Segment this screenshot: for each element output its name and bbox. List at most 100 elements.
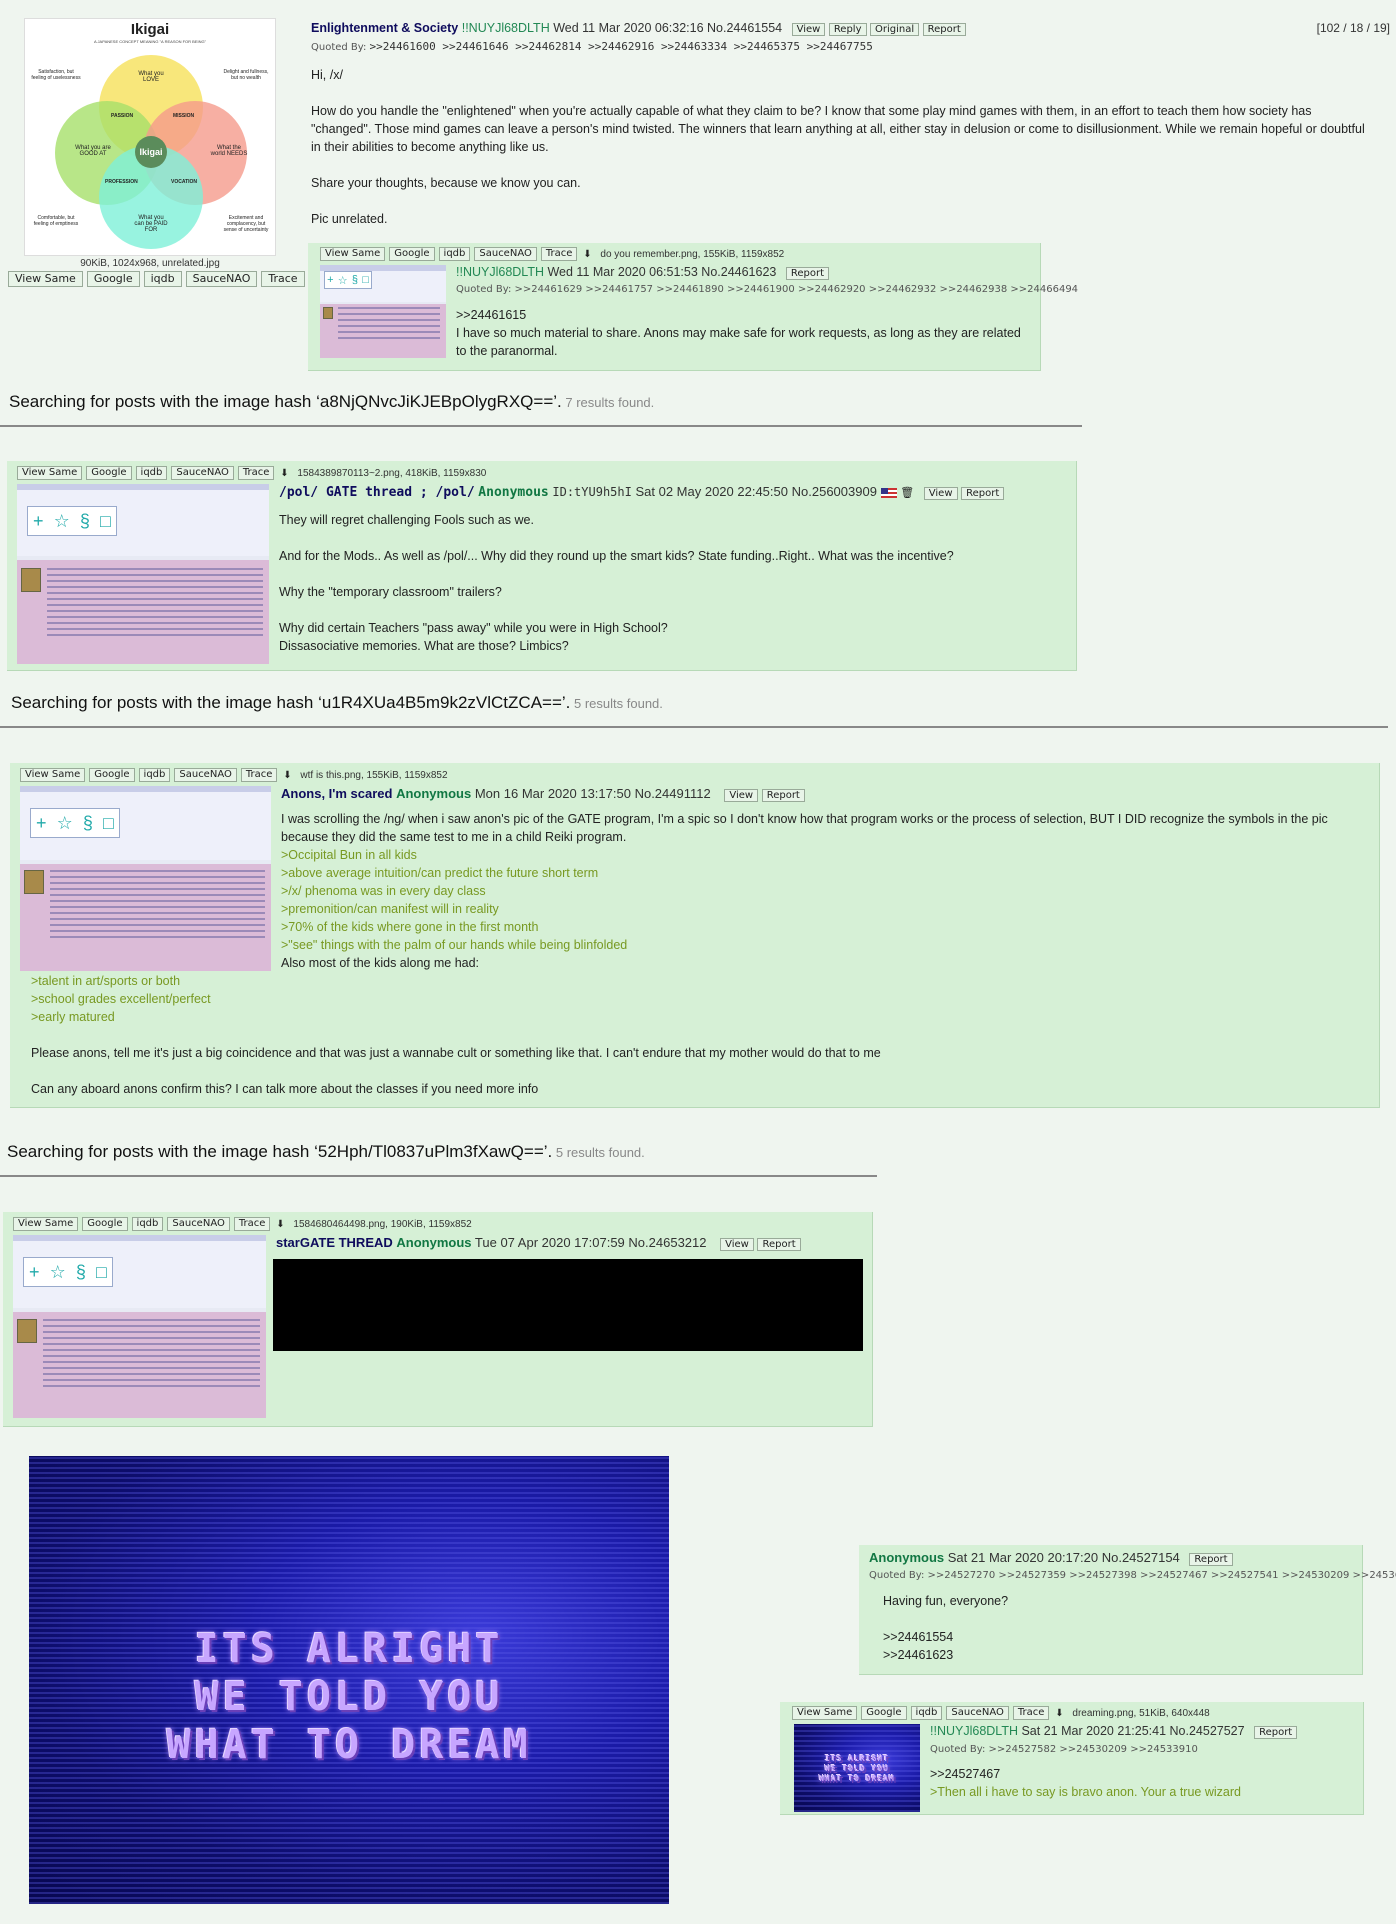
- trace-button[interactable]: Trace: [240, 768, 278, 782]
- quoted-by-links[interactable]: >>24527582 >>24530209 >>24533910: [989, 1744, 1198, 1755]
- thumb-dream-line: ITS ALRIGHT: [825, 1754, 889, 1763]
- op-image[interactable]: Ikigai A JAPANESE CONCEPT MEANING "A REA…: [24, 18, 276, 256]
- post-thumbnail[interactable]: ITS ALRIGHT WE TOLD YOU WHAT TO DREAM: [794, 1724, 920, 1812]
- google-button[interactable]: Google: [89, 768, 135, 782]
- iqdb-button[interactable]: iqdb: [138, 768, 171, 782]
- quoted-by-links[interactable]: >>24461629 >>24461757 >>24461890 >>24461…: [515, 284, 1079, 295]
- hash-search-text: Searching for posts with the image hash …: [11, 693, 571, 712]
- op-message: Hi, /x/ How do you handle the "enlighten…: [311, 66, 1366, 228]
- search-post: View Same Google iqdb SauceNAO Trace ⬇ 1…: [3, 1212, 873, 1427]
- post-subject: starGATE THREAD: [276, 1235, 393, 1250]
- reply-button[interactable]: Reply: [828, 23, 867, 36]
- file-info[interactable]: do you remember.png, 155KiB, 1159x852: [600, 249, 784, 260]
- post-thumbnail[interactable]: + ☆ § □: [13, 1235, 266, 1418]
- view-same-button[interactable]: View Same: [20, 768, 86, 782]
- trace-button[interactable]: Trace: [540, 247, 578, 261]
- saucenao-button[interactable]: SauceNAO: [171, 466, 234, 480]
- download-icon[interactable]: ⬇: [278, 468, 290, 479]
- report-button[interactable]: Report: [757, 1238, 801, 1251]
- original-button[interactable]: Original: [870, 23, 920, 36]
- view-same-button[interactable]: View Same: [320, 247, 386, 261]
- view-button[interactable]: View: [724, 789, 759, 802]
- quoted-by-label: Quoted By:: [930, 1744, 986, 1755]
- view-same-button[interactable]: View Same: [8, 271, 83, 287]
- post-date: Tue 07 Apr 2020 17:07:59: [474, 1235, 625, 1250]
- result-count: 5 results found.: [555, 1145, 645, 1160]
- google-button[interactable]: Google: [86, 466, 132, 480]
- trace-button[interactable]: Trace: [237, 466, 275, 480]
- file-info[interactable]: wtf is this.png, 155KiB, 1159x852: [300, 770, 447, 781]
- file-info[interactable]: 1584680464498.png, 190KiB, 1159x852: [293, 1219, 471, 1230]
- saucenao-button[interactable]: SauceNAO: [185, 271, 258, 287]
- post-header: starGATE THREAD Anonymous Tue 07 Apr 202…: [276, 1235, 801, 1251]
- download-icon[interactable]: ⬇: [281, 770, 293, 781]
- quote-link[interactable]: >>24527467: [930, 1765, 1350, 1783]
- trash-icon[interactable]: 🗑: [900, 487, 914, 499]
- trace-button[interactable]: Trace: [261, 271, 305, 287]
- google-button[interactable]: Google: [861, 1706, 907, 1720]
- post-subject: Anons, I'm scared: [281, 786, 393, 801]
- msg-line: How do you handle the "enlightened" when…: [311, 104, 1365, 154]
- report-button[interactable]: Report: [1254, 1726, 1298, 1739]
- report-button[interactable]: Report: [961, 487, 1005, 500]
- post-number[interactable]: No.24527154: [1102, 1550, 1180, 1565]
- saucenao-button[interactable]: SauceNAO: [174, 768, 237, 782]
- report-button[interactable]: Report: [1189, 1553, 1233, 1566]
- post-date: Sat 02 May 2020 22:45:50: [635, 484, 788, 499]
- post-number[interactable]: No.24461623: [701, 265, 776, 279]
- view-same-button[interactable]: View Same: [17, 466, 83, 480]
- quoted-by-links[interactable]: >>24527270 >>24527359 >>24527398 >>24527…: [928, 1570, 1396, 1581]
- report-button[interactable]: Report: [922, 23, 966, 36]
- saucenao-button[interactable]: SauceNAO: [474, 247, 537, 261]
- quote-link[interactable]: >>24461615: [456, 306, 1026, 324]
- download-icon[interactable]: ⬇: [274, 1219, 286, 1230]
- post-number[interactable]: No.24653212: [628, 1235, 706, 1250]
- view-same-button[interactable]: View Same: [792, 1706, 858, 1720]
- ikigai-center: Ikigai: [139, 147, 163, 157]
- post-thumbnail[interactable]: + ☆ § □: [320, 265, 446, 358]
- view-button[interactable]: View: [720, 1238, 754, 1251]
- saucenao-button[interactable]: SauceNAO: [946, 1706, 1009, 1720]
- quote-link[interactable]: >>24461554: [883, 1628, 1353, 1646]
- reply-header: !!NUYJl68DLTH Wed 11 Mar 2020 06:51:53 N…: [456, 265, 830, 280]
- saucenao-button[interactable]: SauceNAO: [167, 1217, 230, 1231]
- post-thumbnail[interactable]: + ☆ § □: [17, 484, 269, 664]
- trace-button[interactable]: Trace: [1012, 1706, 1050, 1720]
- ikigai-love: What you LOVE: [138, 71, 164, 83]
- iqdb-button[interactable]: iqdb: [910, 1706, 943, 1720]
- greentext-line: >early matured: [31, 1010, 115, 1024]
- msg-line: Can any aboard anons confirm this? I can…: [31, 1082, 539, 1096]
- view-button[interactable]: View: [791, 23, 826, 36]
- view-button[interactable]: View: [923, 487, 958, 500]
- download-icon[interactable]: ⬇: [581, 249, 593, 260]
- op-file-caption: 90KiB, 1024x968, unrelated.jpg: [80, 258, 220, 269]
- google-button[interactable]: Google: [86, 271, 140, 287]
- post-number[interactable]: No.256003909: [792, 484, 877, 499]
- post-number[interactable]: No.24491112: [635, 786, 711, 801]
- poster-id: ID:tYU9h5hI: [552, 485, 632, 499]
- op-number[interactable]: No.24461554: [707, 21, 782, 35]
- dream-image[interactable]: ITS ALRIGHT WE TOLD YOU WHAT TO DREAM: [29, 1456, 669, 1904]
- dream-line: WHAT TO DREAM: [166, 1722, 532, 1768]
- quote-link[interactable]: >>24461623: [883, 1646, 1353, 1664]
- file-info[interactable]: 1584389870113~2.png, 418KiB, 1159x830: [297, 468, 486, 479]
- msg-line: Share your thoughts, because we know you…: [311, 176, 581, 190]
- post-thumbnail[interactable]: + ☆ § □: [20, 786, 271, 971]
- trace-button[interactable]: Trace: [233, 1217, 271, 1231]
- iqdb-button[interactable]: iqdb: [131, 1217, 164, 1231]
- quoted-by-links[interactable]: >>24461600 >>24461646 >>24462814 >>24462…: [370, 40, 873, 53]
- report-button[interactable]: Report: [785, 267, 830, 280]
- google-button[interactable]: Google: [389, 247, 435, 261]
- file-info[interactable]: dreaming.png, 51KiB, 640x448: [1072, 1708, 1209, 1719]
- view-same-button[interactable]: View Same: [13, 1217, 79, 1231]
- download-icon[interactable]: ⬇: [1053, 1708, 1065, 1719]
- iqdb-button[interactable]: iqdb: [135, 466, 168, 480]
- iqdb-button[interactable]: iqdb: [143, 271, 182, 287]
- tripcode: !!NUYJl68DLTH: [930, 1724, 1018, 1738]
- iqdb-button[interactable]: iqdb: [438, 247, 471, 261]
- msg-line: Please anons, tell me it's just a big co…: [31, 1046, 881, 1060]
- post-number[interactable]: No.24527527: [1170, 1724, 1245, 1738]
- google-button[interactable]: Google: [82, 1217, 128, 1231]
- search-post: View Same Google iqdb SauceNAO Trace ⬇ w…: [10, 763, 1380, 1108]
- report-button[interactable]: Report: [761, 789, 805, 802]
